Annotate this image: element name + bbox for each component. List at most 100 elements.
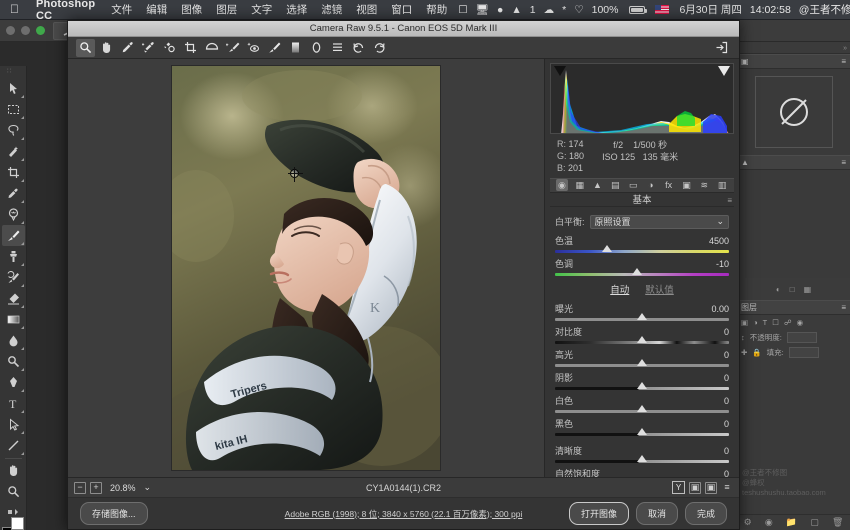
filter-image-icon[interactable]: ▣ (741, 318, 748, 327)
pen-tool[interactable] (2, 372, 25, 393)
zoom-level-value[interactable]: 20.8% (106, 483, 136, 493)
filter-smart-object-icon[interactable]: ☍ (784, 318, 792, 327)
tab-camera-calibration[interactable]: ▣ (681, 179, 693, 191)
image-preview-canvas[interactable]: Tripers kita IH K (68, 59, 545, 477)
white-balance-tool-icon[interactable] (118, 39, 137, 57)
save-image-button[interactable]: 存储图像... (80, 502, 148, 525)
crop-tool[interactable] (2, 162, 25, 183)
zoom-in-button[interactable]: + (90, 482, 102, 494)
layer-style-icon[interactable]: ◉ (765, 517, 773, 528)
layer-filter-toggle-icon[interactable]: ◉ (797, 318, 804, 327)
highlights-knob[interactable] (637, 359, 647, 366)
navigator-panel-body[interactable] (737, 69, 850, 155)
zoom-level-chevron-down-icon[interactable]: ⌄ (140, 482, 152, 493)
quick-selection-tool[interactable] (2, 141, 25, 162)
straighten-tool-icon[interactable] (202, 39, 221, 57)
crop-tool-icon[interactable] (181, 39, 200, 57)
background-color-swatch[interactable] (11, 517, 24, 530)
color-sampler-tool-icon[interactable] (139, 39, 158, 57)
tint-track[interactable] (555, 273, 729, 276)
brush-tool[interactable] (2, 225, 25, 246)
blacks-slider[interactable]: 黑色 0 (555, 418, 729, 436)
window-traffic-lights[interactable] (4, 26, 49, 35)
temperature-value[interactable]: 4500 (709, 236, 729, 246)
blacks-track[interactable] (555, 433, 729, 436)
gradient-tool[interactable] (2, 309, 25, 330)
auto-link[interactable]: 自动 (610, 282, 629, 296)
highlight-clipping-warning-icon[interactable] (718, 66, 730, 76)
before-after-right-icon[interactable]: ▣ (705, 482, 717, 494)
menu-filter[interactable]: 滤镜 (314, 2, 349, 17)
fill-input[interactable] (789, 347, 819, 358)
tab-basic[interactable]: ◉ (556, 179, 568, 191)
apple-icon[interactable]:  (6, 2, 27, 18)
shadows-knob[interactable] (637, 382, 647, 389)
hand-tool-icon[interactable] (97, 39, 116, 57)
eraser-tool[interactable] (2, 288, 25, 309)
clarity-track[interactable] (555, 460, 729, 463)
clarity-knob[interactable] (637, 455, 647, 462)
shadow-clipping-warning-icon[interactable] (554, 66, 566, 76)
targeted-adjustment-tool-icon[interactable] (160, 39, 179, 57)
basic-panel-menu-icon[interactable]: ≡ (727, 196, 732, 205)
link-layers-icon[interactable]: ⚙ (744, 517, 752, 528)
fullscreen-toggle-icon[interactable] (712, 39, 731, 57)
exposure-track[interactable] (555, 318, 729, 321)
move-tool[interactable] (2, 78, 25, 99)
hand-tool[interactable] (2, 460, 25, 481)
whites-track[interactable] (555, 410, 729, 413)
new-adjustment-layer-icon[interactable]: ◐ (776, 285, 781, 294)
menu-file[interactable]: 文件 (104, 2, 139, 17)
close-window-button[interactable] (6, 26, 15, 35)
layers-panel-menu-icon[interactable]: ≡ (841, 303, 846, 312)
graduated-filter-tool-icon[interactable] (286, 39, 305, 57)
whites-value[interactable]: 0 (724, 396, 729, 406)
navigator-panel-header[interactable]: ▣ ≡ (737, 54, 850, 69)
blur-tool[interactable] (2, 330, 25, 351)
zoom-tool[interactable] (2, 481, 25, 502)
notification-icon[interactable]: ▲ (507, 4, 525, 16)
history-brush-tool[interactable] (2, 267, 25, 288)
type-tool[interactable]: T (2, 393, 25, 414)
input-language-flag-icon[interactable] (649, 5, 675, 14)
contrast-slider[interactable]: 对比度 0 (555, 326, 729, 344)
healing-brush-tool[interactable] (2, 204, 25, 225)
navigator-thumbnail[interactable] (755, 76, 833, 148)
histogram-panel-header[interactable]: ▲ ≡ (737, 155, 850, 170)
menu-edit[interactable]: 编辑 (139, 2, 174, 17)
opacity-input[interactable] (787, 332, 817, 343)
menu-window[interactable]: 窗口 (384, 2, 419, 17)
filter-shape-icon[interactable]: ☐ (772, 318, 779, 327)
menu-help[interactable]: 帮助 (419, 2, 454, 17)
exposure-slider[interactable]: 曝光 0.00 (555, 303, 729, 321)
minimize-window-button[interactable] (21, 26, 30, 35)
zoom-out-button[interactable]: − (74, 482, 86, 494)
tab-split-toning[interactable]: ▭ (627, 179, 639, 191)
highlights-track[interactable] (555, 364, 729, 367)
temperature-track[interactable] (555, 250, 729, 253)
rotate-counterclockwise-icon[interactable] (349, 39, 368, 57)
temperature-knob[interactable] (602, 245, 612, 252)
navigator-panel-menu-icon[interactable]: ≡ (841, 57, 846, 66)
raw-photo-preview[interactable]: Tripers kita IH K (172, 66, 440, 470)
tab-effects[interactable]: fx (663, 179, 675, 191)
spot-removal-tool-icon[interactable] (223, 39, 242, 57)
tab-detail[interactable]: ▲ (592, 179, 604, 191)
layer-mask-icon[interactable]: □ (790, 285, 795, 294)
layer-list[interactable]: @王者不修图 @蜂权 teshushushu.taobao.com (737, 360, 850, 514)
download-icon[interactable]: ● (493, 4, 507, 16)
radial-filter-tool-icon[interactable] (307, 39, 326, 57)
lock-all-icon[interactable]: 🔒 (752, 348, 761, 357)
menu-type[interactable]: 文字 (244, 2, 279, 17)
rotate-clockwise-icon[interactable] (370, 39, 389, 57)
tab-lens-corrections[interactable]: ◑ (645, 179, 657, 191)
tab-snapshots[interactable]: ▥ (716, 179, 728, 191)
new-layer-icon[interactable]: ▢ (810, 517, 819, 528)
lock-move-icon[interactable]: ✚ (741, 348, 747, 357)
done-button[interactable]: 完成 (685, 502, 727, 525)
filter-type-icon[interactable]: T (763, 318, 768, 327)
menu-select[interactable]: 选择 (279, 2, 314, 17)
default-link[interactable]: 默认值 (645, 282, 674, 296)
contrast-knob[interactable] (637, 336, 647, 343)
layers-panel-header[interactable]: 图层 ≡ (737, 300, 850, 315)
